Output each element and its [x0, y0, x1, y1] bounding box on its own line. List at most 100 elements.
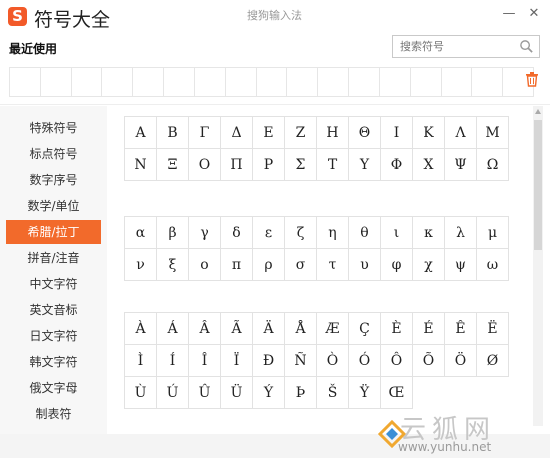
symbol-cell[interactable]: Μ [477, 117, 509, 149]
recent-symbol-slot[interactable] [440, 67, 472, 97]
symbol-cell[interactable]: È [381, 313, 413, 345]
symbol-cell[interactable]: ξ [157, 249, 189, 281]
symbol-cell[interactable]: Þ [285, 377, 317, 409]
symbol-cell[interactable]: Ó [349, 345, 381, 377]
sidebar-item[interactable]: 特殊符号 [6, 116, 101, 140]
symbol-cell[interactable]: Ð [253, 345, 285, 377]
symbol-cell[interactable]: ψ [445, 249, 477, 281]
symbol-cell[interactable]: ω [477, 249, 509, 281]
symbol-cell[interactable]: À [125, 313, 157, 345]
symbol-cell[interactable]: φ [381, 249, 413, 281]
recent-symbol-slot[interactable] [163, 67, 194, 97]
symbol-cell[interactable]: Ë [477, 313, 509, 345]
symbol-cell[interactable]: Ù [125, 377, 157, 409]
symbol-cell[interactable]: Η [317, 117, 349, 149]
symbol-cell[interactable]: λ [445, 217, 477, 249]
minimize-button[interactable]: — [499, 4, 519, 24]
sidebar-item[interactable]: 英文音标 [6, 298, 101, 322]
symbol-cell[interactable]: Ο [189, 149, 221, 181]
symbol-cell[interactable]: Æ [317, 313, 349, 345]
close-button[interactable]: ✕ [524, 4, 544, 24]
symbol-cell[interactable]: ε [253, 217, 285, 249]
symbol-cell[interactable]: Τ [317, 149, 349, 181]
symbol-cell[interactable]: π [221, 249, 253, 281]
symbol-cell[interactable]: δ [221, 217, 253, 249]
symbol-cell[interactable]: κ [413, 217, 445, 249]
symbol-cell[interactable]: Λ [445, 117, 477, 149]
symbol-cell[interactable]: Α [125, 117, 157, 149]
sidebar-item[interactable]: 希腊/拉丁 [6, 220, 101, 244]
symbol-cell[interactable]: Ê [445, 313, 477, 345]
symbol-cell[interactable]: ρ [253, 249, 285, 281]
symbol-cell[interactable]: Ä [253, 313, 285, 345]
symbol-cell[interactable]: Ñ [285, 345, 317, 377]
symbol-cell[interactable]: Ò [317, 345, 349, 377]
symbol-cell[interactable]: Œ [381, 377, 413, 409]
symbol-cell[interactable]: α [125, 217, 157, 249]
sidebar-item[interactable]: 制表符 [6, 402, 101, 426]
symbol-cell[interactable]: Θ [349, 117, 381, 149]
recent-symbol-slot[interactable] [101, 67, 133, 97]
recent-symbol-slot[interactable] [39, 67, 71, 97]
symbol-cell[interactable]: η [317, 217, 349, 249]
symbol-cell[interactable]: Ρ [253, 149, 285, 181]
symbol-cell[interactable]: Å [285, 313, 317, 345]
symbol-cell[interactable]: Ω [477, 149, 509, 181]
symbol-cell[interactable]: Σ [285, 149, 317, 181]
recent-symbol-slot[interactable] [132, 67, 164, 97]
symbol-cell[interactable]: γ [189, 217, 221, 249]
symbol-cell[interactable]: Ι [381, 117, 413, 149]
symbol-cell[interactable]: Ï [221, 345, 253, 377]
symbol-cell[interactable]: Ξ [157, 149, 189, 181]
symbol-cell[interactable]: Δ [221, 117, 253, 149]
symbol-cell[interactable]: θ [349, 217, 381, 249]
symbol-cell[interactable]: Á [157, 313, 189, 345]
sidebar-item[interactable]: 俄文字母 [6, 376, 101, 400]
symbol-cell[interactable]: β [157, 217, 189, 249]
recent-symbol-slot[interactable] [348, 67, 379, 97]
symbol-cell[interactable]: Ã [221, 313, 253, 345]
sidebar-item[interactable]: 韩文字符 [6, 350, 101, 374]
scroll-up-icon[interactable] [535, 109, 541, 114]
symbol-cell[interactable]: Π [221, 149, 253, 181]
symbol-cell[interactable]: σ [285, 249, 317, 281]
symbol-cell[interactable]: Ÿ [349, 377, 381, 409]
sidebar-item[interactable]: 拼音/注音 [6, 246, 101, 270]
trash-icon[interactable] [525, 71, 539, 87]
symbol-cell[interactable]: Ô [381, 345, 413, 377]
recent-symbol-slot[interactable] [9, 67, 40, 97]
symbol-cell[interactable]: Ν [125, 149, 157, 181]
symbol-cell[interactable]: ι [381, 217, 413, 249]
symbol-cell[interactable]: Χ [413, 149, 445, 181]
symbol-cell[interactable]: ζ [285, 217, 317, 249]
sidebar-item[interactable]: 数学/单位 [6, 194, 101, 218]
sidebar-item[interactable]: 数字序号 [6, 168, 101, 192]
symbol-cell[interactable]: Ζ [285, 117, 317, 149]
symbol-cell[interactable]: υ [349, 249, 381, 281]
symbol-cell[interactable]: Û [189, 377, 221, 409]
recent-symbol-slot[interactable] [378, 67, 410, 97]
symbol-cell[interactable]: É [413, 313, 445, 345]
symbol-cell[interactable]: Ø [477, 345, 509, 377]
recent-symbol-slot[interactable] [193, 67, 225, 97]
scrollbar-thumb[interactable] [534, 120, 542, 250]
symbol-cell[interactable]: Ý [253, 377, 285, 409]
search-input[interactable] [398, 39, 520, 54]
symbol-cell[interactable]: Υ [349, 149, 381, 181]
symbol-cell[interactable]: Φ [381, 149, 413, 181]
symbol-cell[interactable]: Κ [413, 117, 445, 149]
scrollbar[interactable] [533, 106, 543, 426]
symbol-cell[interactable]: τ [317, 249, 349, 281]
recent-symbol-slot[interactable] [471, 67, 503, 97]
symbol-cell[interactable]: ν [125, 249, 157, 281]
symbol-cell[interactable]: Ú [157, 377, 189, 409]
symbol-cell[interactable]: Ü [221, 377, 253, 409]
recent-symbol-slot[interactable] [224, 67, 256, 97]
symbol-cell[interactable]: Í [157, 345, 189, 377]
symbol-cell[interactable]: Β [157, 117, 189, 149]
recent-symbol-slot[interactable] [317, 67, 349, 97]
symbol-cell[interactable]: Ç [349, 313, 381, 345]
symbol-cell[interactable]: ο [189, 249, 221, 281]
sidebar-item[interactable]: 中文字符 [6, 272, 101, 296]
symbol-cell[interactable]: Ψ [445, 149, 477, 181]
